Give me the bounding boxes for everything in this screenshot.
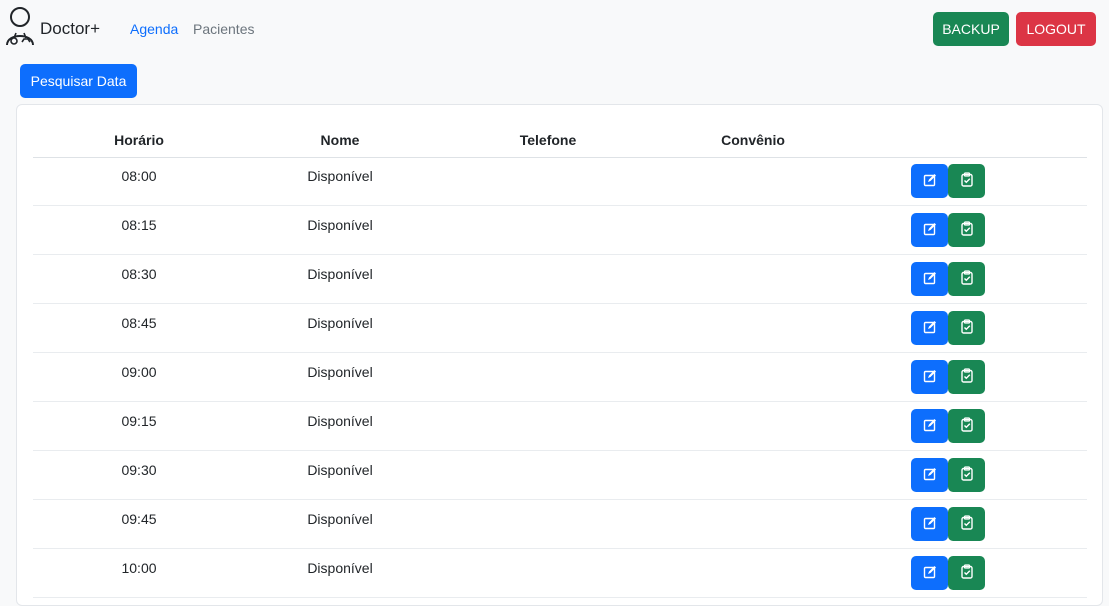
cell-time: 08:00	[121, 168, 157, 184]
row-actions	[911, 556, 985, 590]
cell-name: Disponível	[307, 560, 373, 576]
brand[interactable]: Doctor+	[4, 6, 100, 51]
table-row: 09:30 Disponível	[33, 451, 1087, 500]
brand-name: Doctor+	[40, 18, 100, 38]
header-name: Nome	[320, 132, 360, 148]
clipboard-check-icon	[960, 270, 974, 288]
row-actions	[911, 507, 985, 541]
table-row: 09:45 Disponível	[33, 500, 1087, 549]
cell-time: 10:00	[121, 560, 157, 576]
cell-name: Disponível	[307, 217, 373, 233]
cell-name: Disponível	[307, 168, 373, 184]
edit-icon	[923, 222, 937, 239]
cell-time: 09:45	[121, 511, 157, 527]
row-actions	[911, 360, 985, 394]
cell-name: Disponível	[307, 364, 373, 380]
schedule-card: Horário Nome Telefone Convênio 08:00 Disp…	[16, 104, 1103, 606]
header-time: Horário	[114, 132, 164, 148]
cell-time: 09:00	[121, 364, 157, 380]
header-insurance: Convênio	[721, 132, 785, 148]
edit-icon	[923, 369, 937, 386]
row-actions	[911, 458, 985, 492]
edit-button[interactable]	[911, 556, 948, 590]
cell-time: 08:45	[121, 315, 157, 331]
header-phone: Telefone	[519, 132, 577, 148]
edit-icon	[923, 271, 937, 288]
clipboard-check-icon	[960, 368, 974, 386]
edit-button[interactable]	[911, 409, 948, 443]
backup-button[interactable]: BACKUP	[933, 12, 1009, 46]
nav-link-pacientes[interactable]: Pacientes	[193, 21, 254, 37]
table-row: 08:15 Disponível	[33, 206, 1087, 255]
edit-icon	[923, 516, 937, 533]
clipboard-button[interactable]	[948, 556, 985, 590]
table-row: 08:30 Disponível	[33, 255, 1087, 304]
navbar: Doctor+ Agenda Pacientes BACKUP LOGOUT	[0, 0, 1109, 60]
edit-icon	[923, 565, 937, 582]
cell-time: 09:15	[121, 413, 157, 429]
clipboard-check-icon	[960, 221, 974, 239]
search-date-button[interactable]: Pesquisar Data	[20, 64, 137, 98]
table-row: 08:45 Disponível	[33, 304, 1087, 353]
cell-name: Disponível	[307, 462, 373, 478]
doctor-icon	[4, 6, 36, 51]
row-actions	[911, 164, 985, 198]
clipboard-button[interactable]	[948, 262, 985, 296]
clipboard-button[interactable]	[948, 311, 985, 345]
row-actions	[911, 311, 985, 345]
edit-button[interactable]	[911, 164, 948, 198]
table-row: 10:00 Disponível	[33, 549, 1087, 598]
clipboard-check-icon	[960, 515, 974, 533]
cell-name: Disponível	[307, 511, 373, 527]
logout-button[interactable]: LOGOUT	[1016, 12, 1096, 46]
edit-button[interactable]	[911, 507, 948, 541]
table-row: 09:00 Disponível	[33, 353, 1087, 402]
edit-icon	[923, 418, 937, 435]
clipboard-button[interactable]	[948, 164, 985, 198]
cell-name: Disponível	[307, 413, 373, 429]
row-actions	[911, 262, 985, 296]
cell-time: 09:30	[121, 462, 157, 478]
clipboard-check-icon	[960, 466, 974, 484]
cell-name: Disponível	[307, 315, 373, 331]
edit-button[interactable]	[911, 360, 948, 394]
table-row: 09:15 Disponível	[33, 402, 1087, 451]
clipboard-check-icon	[960, 319, 974, 337]
cell-time: 08:15	[121, 217, 157, 233]
edit-button[interactable]	[911, 213, 948, 247]
clipboard-button[interactable]	[948, 213, 985, 247]
clipboard-check-icon	[960, 417, 974, 435]
row-actions	[911, 409, 985, 443]
cell-name: Disponível	[307, 266, 373, 282]
row-actions	[911, 213, 985, 247]
clipboard-check-icon	[960, 564, 974, 582]
clipboard-button[interactable]	[948, 458, 985, 492]
clipboard-button[interactable]	[948, 360, 985, 394]
clipboard-button[interactable]	[948, 507, 985, 541]
edit-icon	[923, 173, 937, 190]
edit-icon	[923, 467, 937, 484]
nav-link-agenda[interactable]: Agenda	[130, 21, 178, 37]
cell-time: 08:30	[121, 266, 157, 282]
edit-button[interactable]	[911, 311, 948, 345]
clipboard-button[interactable]	[948, 409, 985, 443]
edit-button[interactable]	[911, 458, 948, 492]
table-header: Horário Nome Telefone Convênio	[33, 125, 1087, 158]
table-row: 08:00 Disponível	[33, 157, 1087, 206]
edit-icon	[923, 320, 937, 337]
clipboard-check-icon	[960, 172, 974, 190]
edit-button[interactable]	[911, 262, 948, 296]
